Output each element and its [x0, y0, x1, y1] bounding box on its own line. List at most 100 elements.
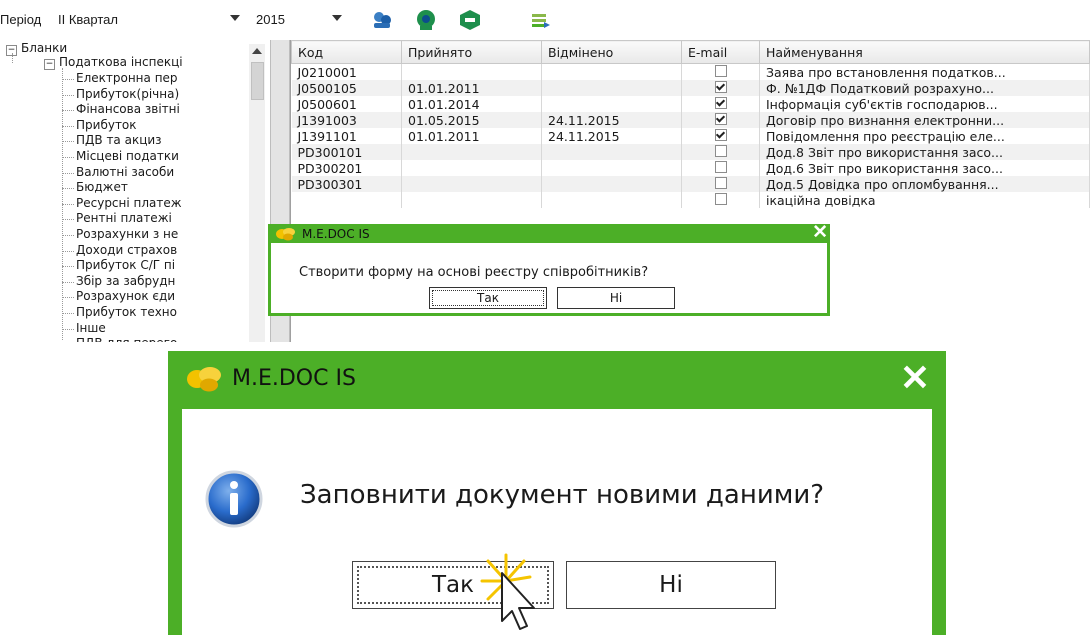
year-select[interactable]: 2015: [256, 10, 346, 30]
tree-scrollbar[interactable]: [249, 44, 265, 342]
tree-item[interactable]: ПДВ та акциз: [76, 133, 162, 148]
column-header-accepted[interactable]: Прийнято: [401, 40, 542, 64]
cell-accepted: [401, 144, 542, 160]
tree-item[interactable]: Інше: [76, 321, 106, 336]
close-icon[interactable]: ✕: [900, 357, 930, 399]
cell-name: Ф. №1ДФ Податковий розрахуно...: [759, 80, 1090, 96]
scroll-thumb[interactable]: [251, 62, 264, 100]
cell-name: Заява про встановлення податков...: [759, 63, 1090, 80]
cell-name: Дод.6 Звіт про використання засо...: [759, 160, 1090, 176]
table-row[interactable]: PD300201 Дод.6 Звіт про використання засо…: [291, 160, 1090, 176]
table-row[interactable]: ікаційна довідка: [291, 192, 1090, 208]
people-icon[interactable]: [370, 8, 394, 32]
collapse-icon[interactable]: −: [44, 59, 55, 70]
tree-item[interactable]: Електронна пер: [76, 71, 178, 86]
cell-name: ікаційна довідка: [759, 192, 1090, 208]
email-checkbox[interactable]: [714, 128, 727, 141]
tree-connector: [62, 157, 74, 158]
cell-accepted: [401, 176, 542, 192]
email-checkbox[interactable]: [714, 144, 727, 157]
chevron-down-icon: [332, 15, 342, 21]
tree-root[interactable]: − Бланки: [6, 41, 67, 56]
column-header-cancelled[interactable]: Відмінено: [541, 40, 682, 64]
tree-item[interactable]: Фінансова звітні: [76, 102, 180, 117]
cell-cancelled: [541, 176, 682, 192]
column-header-email[interactable]: E-mail: [681, 40, 760, 64]
confirm-dialog-large: M.E.DOC IS ✕ Заповнити документ новими д…: [168, 351, 946, 635]
tree-connector: [62, 125, 74, 127]
tree-item[interactable]: Прибуток С/Г пі: [76, 258, 175, 273]
table-row[interactable]: PD300301 Дод.5 Довідка про опломбування..…: [291, 176, 1090, 192]
cell-email: [681, 96, 760, 112]
tree-node-tax[interactable]: − Податкова інспекці: [44, 55, 183, 70]
scroll-up-icon[interactable]: [252, 48, 262, 54]
export-icon[interactable]: [528, 8, 552, 32]
cell-code: PD300201: [291, 160, 402, 176]
info-icon: [205, 470, 263, 528]
cell-code: J1391003: [291, 112, 402, 128]
cell-cancelled: [541, 63, 682, 80]
tree-item[interactable]: Розрахунки з не: [76, 227, 178, 242]
cell-email: [681, 176, 760, 192]
tree-connector: [62, 94, 74, 96]
tree-connector: [62, 297, 74, 299]
cell-email: [681, 144, 760, 160]
table-row[interactable]: J1391003 01.05.2015 24.11.2015 Договір про …: [291, 112, 1090, 128]
key-icon[interactable]: [414, 8, 438, 32]
quarter-select[interactable]: ІІ Квартал: [58, 10, 248, 30]
column-header-code[interactable]: Код: [291, 40, 402, 64]
tree-connector: [62, 203, 74, 205]
tree-item[interactable]: Доходи страхов: [76, 243, 177, 258]
email-checkbox[interactable]: [714, 64, 727, 77]
cell-code: [291, 192, 402, 208]
tree-item[interactable]: Збір за забрудн: [76, 274, 175, 289]
close-icon[interactable]: ✕: [812, 221, 828, 244]
dialog-body: Створити форму на основі реєстру співроб…: [271, 243, 827, 313]
no-button[interactable]: Ні: [566, 561, 776, 609]
cell-name: Дод.8 Звіт про використання засо...: [759, 144, 1090, 160]
cell-code: PD300301: [291, 176, 402, 192]
email-checkbox[interactable]: [714, 112, 727, 125]
tree-item[interactable]: Ресурсні платеж: [76, 196, 182, 211]
email-checkbox[interactable]: [714, 160, 727, 173]
tree-item[interactable]: Розрахунок єди: [76, 289, 175, 304]
shield-icon[interactable]: [458, 8, 482, 32]
table-row[interactable]: PD300101 Дод.8 Звіт про використання засо…: [291, 144, 1090, 160]
medoc-logo-icon: [276, 228, 295, 241]
period-label: Період: [0, 12, 42, 27]
email-checkbox[interactable]: [714, 176, 727, 189]
email-checkbox[interactable]: [714, 80, 727, 93]
tree-connector: [62, 266, 74, 268]
tree-item[interactable]: Місцеві податки: [76, 149, 179, 164]
toolbar: Період ІІ Квартал 2015: [0, 0, 1090, 38]
email-checkbox[interactable]: [714, 192, 727, 205]
tree-connector: [62, 188, 74, 190]
cell-email: [681, 80, 760, 96]
email-checkbox[interactable]: [714, 96, 727, 109]
no-button[interactable]: Ні: [557, 287, 675, 309]
tree-item[interactable]: Рентні платежі: [76, 211, 172, 226]
yes-button[interactable]: Так: [429, 287, 547, 309]
table-row[interactable]: J0500105 01.01.2011 Ф. №1ДФ Податковий роз…: [291, 80, 1090, 96]
tree-item[interactable]: ПДВ для перего: [76, 336, 177, 342]
table-row[interactable]: J1391101 01.01.2011 24.11.2015 Повідомлення…: [291, 128, 1090, 144]
tree-connector: [62, 281, 74, 283]
column-header-name[interactable]: Найменування: [759, 40, 1090, 64]
tree-item[interactable]: Валютні засоби: [76, 165, 174, 180]
tree-connector: [62, 313, 74, 314]
medoc-logo-icon: [187, 367, 221, 392]
tree-connector: [62, 235, 74, 236]
table-row[interactable]: J0500601 01.01.2014 Інформація суб'єктів г…: [291, 96, 1090, 112]
cell-accepted: [401, 160, 542, 176]
cell-accepted: 01.01.2014: [401, 96, 542, 112]
tree-item[interactable]: Бюджет: [76, 180, 128, 195]
cell-cancelled: [541, 160, 682, 176]
tree-connector: [62, 219, 74, 221]
cell-email: [681, 112, 760, 128]
tree-item[interactable]: Прибуток(річна): [76, 87, 179, 102]
tree-item[interactable]: Прибуток: [76, 118, 137, 133]
dialog-title: M.E.DOC IS: [232, 366, 356, 391]
table-row[interactable]: J0210001 Заява про встановлення податков.…: [291, 63, 1090, 80]
tree-connector: [62, 79, 74, 80]
tree-item[interactable]: Прибуток техно: [76, 305, 177, 320]
